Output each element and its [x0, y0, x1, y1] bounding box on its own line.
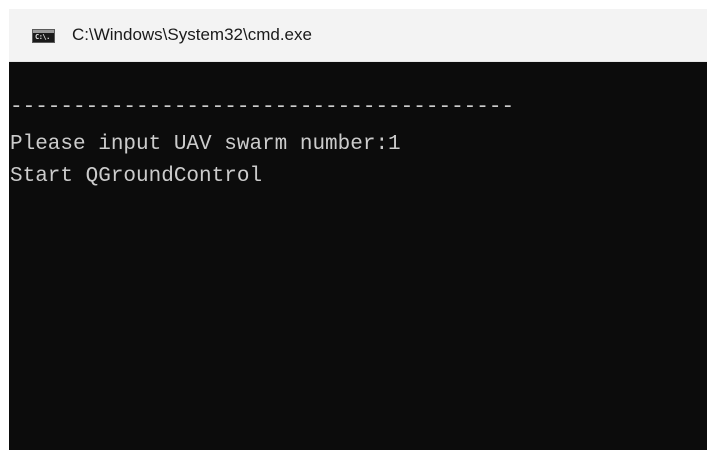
console-line-prompt: Please input UAV swarm number:1	[10, 133, 401, 156]
cmd-window: C:\. C:\Windows\System32\cmd.exe -------…	[9, 9, 707, 450]
console-line-separator: ----------------------------------------	[10, 96, 515, 119]
console-line-status: Start QGroundControl	[10, 165, 263, 188]
cmd-icon: C:\.	[32, 29, 55, 43]
window-title: C:\Windows\System32\cmd.exe	[72, 25, 312, 44]
console-output[interactable]: ----------------------------------------…	[9, 62, 707, 450]
cmd-icon-glyph: C:\.	[35, 33, 50, 41]
title-bar[interactable]: C:\. C:\Windows\System32\cmd.exe	[9, 9, 707, 62]
